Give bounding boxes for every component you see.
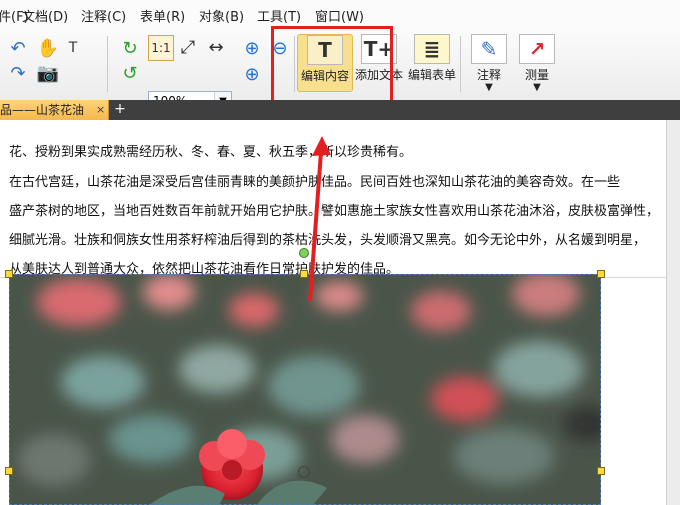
menu-document[interactable]: 文档(D) <box>22 6 68 25</box>
toolbar-separator <box>107 36 108 92</box>
measure-icon: ↗ <box>519 34 555 64</box>
select-text-icon[interactable]: T <box>61 36 85 60</box>
resize-handle-right[interactable] <box>597 467 605 475</box>
zoom-tool-icon[interactable]: ⊕ <box>240 62 264 86</box>
close-icon[interactable]: × <box>96 100 105 120</box>
annotate-button[interactable]: ✎ 注释 ▼ <box>462 34 516 93</box>
edit-form-button[interactable]: ≣ 编辑表单 <box>405 34 459 90</box>
edit-form-icon: ≣ <box>414 34 450 64</box>
annotate-label: 注释 <box>476 68 501 82</box>
redo-icon[interactable]: ↷ <box>6 61 30 85</box>
edit-form-label: 编辑表单 <box>407 68 456 82</box>
chevron-down-icon[interactable]: ▼ <box>510 83 564 93</box>
hand-tool-icon[interactable]: ✋ <box>36 36 60 60</box>
add-tab-icon[interactable]: + <box>113 102 127 116</box>
measure-label: 测量 <box>524 68 549 82</box>
menu-comment[interactable]: 注释(C) <box>81 6 126 25</box>
menubar: 件(F) 文档(D) 注释(C) 表单(R) 对象(B) 工具(T) 窗口(W) <box>0 0 680 29</box>
actual-size-icon[interactable]: 1:1 <box>148 35 174 61</box>
tab-title: 品——山茶花油 <box>0 103 85 117</box>
resize-handle-top-left[interactable] <box>5 270 13 278</box>
document-tab[interactable]: 品——山茶花油 × <box>0 100 109 120</box>
center-point-icon <box>298 466 310 478</box>
annotate-icon: ✎ <box>471 34 507 64</box>
paragraph-line: 花、授粉到果实成熟需经历秋、冬、春、夏、秋五季，所以珍贵稀有。 <box>9 145 413 160</box>
menu-window[interactable]: 窗口(W) <box>315 6 364 25</box>
resize-handle-left[interactable] <box>5 467 13 475</box>
document-area: 花、授粉到果实成熟需经历秋、冬、春、夏、秋五季，所以珍贵稀有。 在古代宫廷，山茶… <box>0 120 680 505</box>
menu-object[interactable]: 对象(B) <box>199 6 244 25</box>
fit-page-icon[interactable]: ⤢ <box>176 35 200 59</box>
chevron-down-icon[interactable]: ▼ <box>462 83 516 93</box>
toolbar-separator <box>460 36 461 92</box>
menu-tools[interactable]: 工具(T) <box>257 6 301 25</box>
zoom-in-icon[interactable]: ⊕ <box>240 36 264 60</box>
snapshot-icon[interactable]: 📷 <box>36 61 60 85</box>
resize-handle-top-right[interactable] <box>597 270 605 278</box>
annotation-arrow-icon <box>308 136 331 302</box>
measure-button[interactable]: ↗ 测量 ▼ <box>510 34 564 93</box>
undo-icon[interactable]: ↶ <box>6 36 30 60</box>
menu-form[interactable]: 表单(R) <box>140 6 185 25</box>
rotate-left-icon[interactable]: ↻ <box>118 36 142 60</box>
fit-width-icon[interactable]: ↔ <box>204 35 228 59</box>
rotate-right-icon[interactable]: ↺ <box>118 61 142 85</box>
document-tabbar: 品——山茶花油 × + <box>0 100 680 120</box>
